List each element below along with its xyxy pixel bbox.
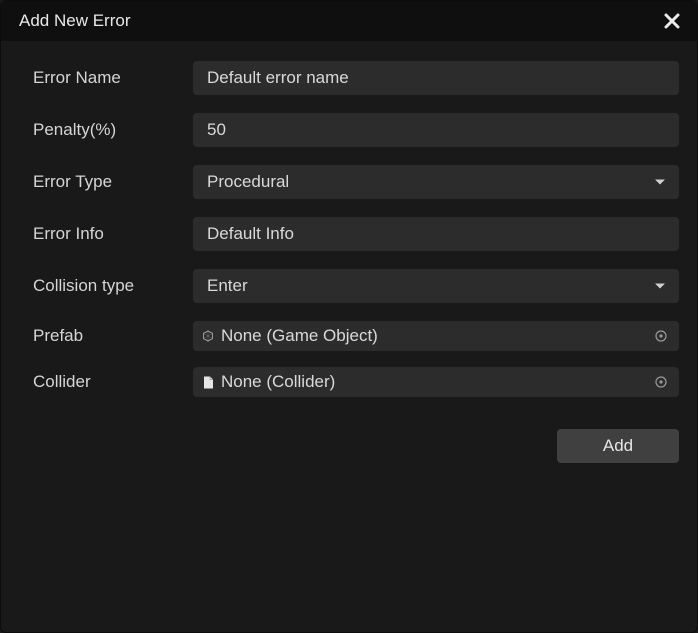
prefab-field[interactable]: None (Game Object): [193, 321, 679, 351]
row-prefab: Prefab None (Game Object): [33, 321, 679, 351]
row-error-info: Error Info: [33, 217, 679, 251]
prefab-picker-button[interactable]: [651, 326, 671, 346]
row-error-name: Error Name: [33, 61, 679, 95]
label-error-info: Error Info: [33, 224, 193, 244]
error-type-value: Procedural: [207, 172, 665, 192]
collider-picker-button[interactable]: [651, 372, 671, 392]
add-error-dialog: Add New Error Error Name Penalty(%) Erro…: [0, 0, 698, 633]
object-picker-icon: [654, 329, 668, 343]
error-name-input[interactable]: [193, 61, 679, 95]
label-error-name: Error Name: [33, 68, 193, 88]
chevron-down-icon: [655, 284, 665, 289]
row-collision-type: Collision type Enter: [33, 269, 679, 303]
row-collider: Collider None (Collider): [33, 367, 679, 397]
document-icon: [201, 375, 215, 389]
row-penalty: Penalty(%): [33, 113, 679, 147]
add-button[interactable]: Add: [557, 429, 679, 463]
label-penalty: Penalty(%): [33, 120, 193, 140]
close-icon: [664, 13, 680, 29]
row-error-type: Error Type Procedural: [33, 165, 679, 199]
collider-field[interactable]: None (Collider): [193, 367, 679, 397]
window-title: Add New Error: [19, 11, 130, 31]
penalty-input[interactable]: [193, 113, 679, 147]
collider-value: None (Collider): [221, 372, 651, 392]
dialog-content: Error Name Penalty(%) Error Type Procedu…: [1, 41, 697, 632]
chevron-down-icon: [655, 180, 665, 185]
collision-type-select[interactable]: Enter: [193, 269, 679, 303]
label-error-type: Error Type: [33, 172, 193, 192]
titlebar: Add New Error: [1, 1, 697, 41]
label-collision-type: Collision type: [33, 276, 193, 296]
close-button[interactable]: [661, 10, 683, 32]
prefab-value: None (Game Object): [221, 326, 651, 346]
object-picker-icon: [654, 375, 668, 389]
error-info-input[interactable]: [193, 217, 679, 251]
label-collider: Collider: [33, 372, 193, 392]
collision-type-value: Enter: [207, 276, 665, 296]
gameobject-icon: [201, 329, 215, 343]
label-prefab: Prefab: [33, 326, 193, 346]
error-type-select[interactable]: Procedural: [193, 165, 679, 199]
button-row: Add: [33, 429, 679, 463]
